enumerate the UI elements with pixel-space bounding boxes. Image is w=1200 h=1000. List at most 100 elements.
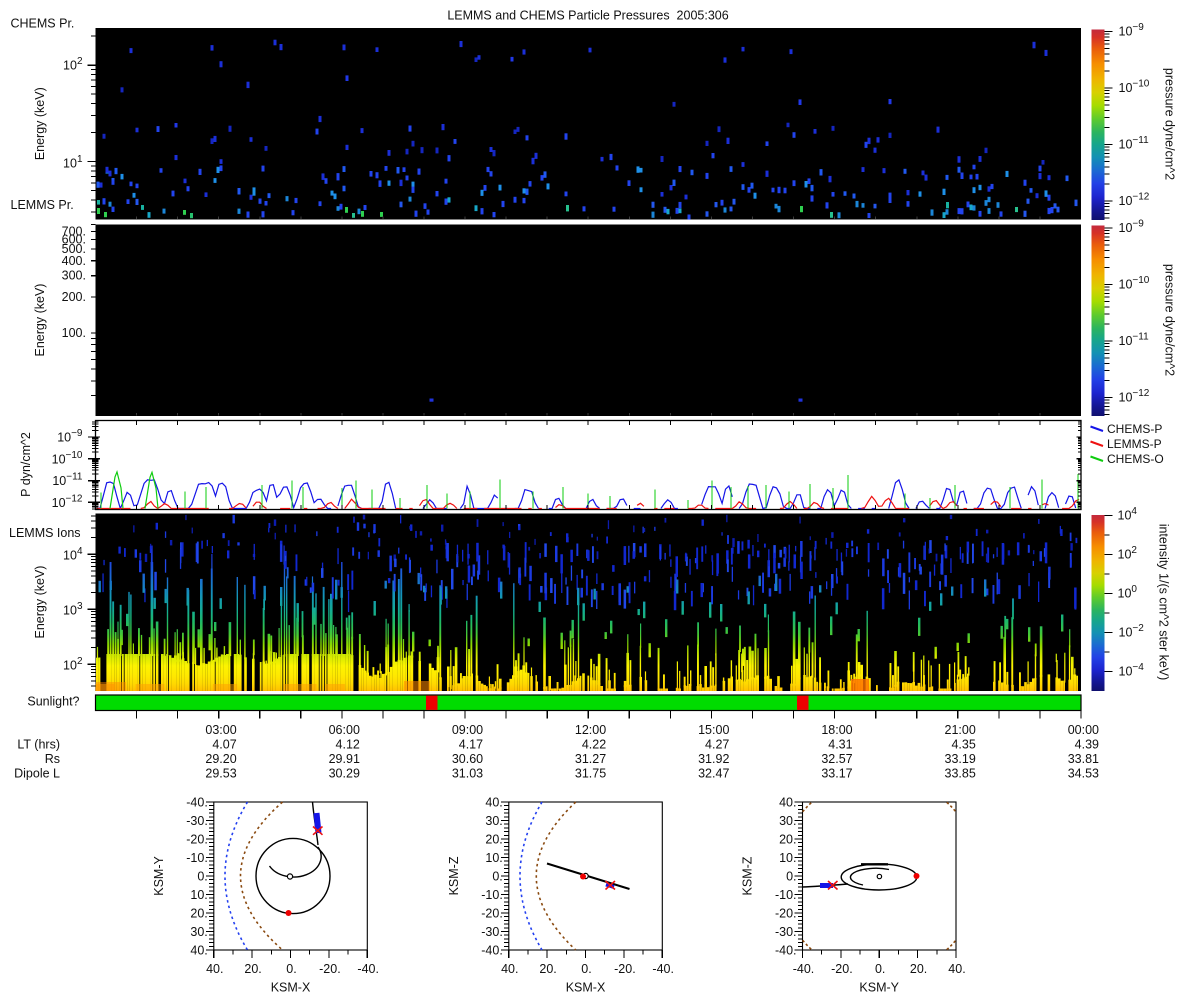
- svg-text:20.: 20.: [485, 833, 502, 847]
- svg-text:CHEMS Pr.: CHEMS Pr.: [11, 16, 75, 30]
- svg-text:40.: 40.: [206, 962, 223, 976]
- svg-text:-30.: -30.: [186, 814, 208, 828]
- svg-text:CHEMS-P: CHEMS-P: [1107, 422, 1162, 436]
- svg-text:4.07: 4.07: [212, 738, 236, 752]
- svg-text:09:00: 09:00: [452, 723, 483, 737]
- svg-text:31.03: 31.03: [452, 767, 483, 781]
- svg-text:30.: 30.: [779, 814, 796, 828]
- svg-text:LEMMS Ions: LEMMS Ions: [9, 526, 81, 540]
- svg-text:KSM-X: KSM-X: [271, 981, 311, 995]
- svg-text:4.27: 4.27: [705, 738, 729, 752]
- svg-text:-40.: -40.: [481, 944, 503, 958]
- svg-text:0.: 0.: [786, 870, 796, 884]
- svg-text:33.81: 33.81: [1068, 752, 1099, 766]
- svg-text:-10.: -10.: [481, 888, 503, 902]
- svg-text:200.: 200.: [62, 290, 86, 304]
- svg-text:31.27: 31.27: [575, 752, 606, 766]
- svg-text:31.92: 31.92: [698, 752, 729, 766]
- svg-text:0.: 0.: [492, 870, 502, 884]
- svg-text:pressure dyne/cm^2: pressure dyne/cm^2: [1163, 68, 1177, 180]
- svg-text:-40.: -40.: [652, 962, 674, 976]
- svg-text:-20.: -20.: [614, 962, 636, 976]
- svg-text:20.: 20.: [244, 962, 261, 976]
- svg-text:10.: 10.: [485, 851, 502, 865]
- svg-text:LEMMS-P: LEMMS-P: [1107, 437, 1162, 451]
- svg-text:4.31: 4.31: [828, 738, 852, 752]
- svg-text:06:00: 06:00: [329, 723, 360, 737]
- svg-text:30.29: 30.29: [329, 767, 360, 781]
- svg-text:40.: 40.: [779, 796, 796, 810]
- svg-text:-20.: -20.: [775, 907, 797, 921]
- svg-text:KSM-Z: KSM-Z: [447, 856, 461, 895]
- svg-text:LEMMS Pr.: LEMMS Pr.: [11, 198, 74, 212]
- svg-text:Energy (keV): Energy (keV): [33, 566, 47, 639]
- svg-text:32.57: 32.57: [821, 752, 852, 766]
- svg-text:21:00: 21:00: [945, 723, 976, 737]
- svg-text:40.: 40.: [190, 944, 207, 958]
- svg-text:4.35: 4.35: [951, 738, 975, 752]
- svg-text:33.17: 33.17: [821, 767, 852, 781]
- svg-text:CHEMS-O: CHEMS-O: [1107, 452, 1164, 466]
- svg-text:0.: 0.: [286, 962, 296, 976]
- svg-text:20.: 20.: [539, 962, 556, 976]
- svg-text:10.: 10.: [779, 851, 796, 865]
- svg-text:Energy (keV): Energy (keV): [33, 87, 47, 160]
- svg-text:LEMMS and CHEMS Particle Press: LEMMS and CHEMS Particle Pressures 2005:…: [447, 9, 728, 23]
- svg-text:-20.: -20.: [319, 962, 341, 976]
- svg-text:-10.: -10.: [186, 851, 208, 865]
- svg-text:P dyn/cm^2: P dyn/cm^2: [19, 432, 33, 497]
- svg-text:03:00: 03:00: [205, 723, 236, 737]
- svg-text:40.: 40.: [501, 962, 518, 976]
- svg-text:40.: 40.: [948, 962, 965, 976]
- svg-text:12:00: 12:00: [575, 723, 606, 737]
- svg-text:-10.: -10.: [775, 888, 797, 902]
- svg-text:30.: 30.: [485, 814, 502, 828]
- svg-text:-20.: -20.: [481, 907, 503, 921]
- svg-text:KSM-Y: KSM-Y: [859, 981, 899, 995]
- svg-text:20.: 20.: [910, 962, 927, 976]
- svg-text:intensity 1/(s cm^2 ster keV): intensity 1/(s cm^2 ster keV): [1157, 524, 1171, 681]
- svg-text:20.: 20.: [779, 833, 796, 847]
- svg-text:4.12: 4.12: [336, 738, 360, 752]
- svg-text:-40.: -40.: [357, 962, 379, 976]
- svg-text:4.17: 4.17: [459, 738, 483, 752]
- svg-text:LT (hrs): LT (hrs): [17, 738, 60, 752]
- svg-text:10.: 10.: [190, 888, 207, 902]
- svg-text:31.75: 31.75: [575, 767, 606, 781]
- svg-text:400.: 400.: [62, 254, 86, 268]
- svg-text:33.85: 33.85: [945, 767, 976, 781]
- svg-text:0.: 0.: [875, 962, 885, 976]
- svg-text:100.: 100.: [62, 326, 86, 340]
- svg-text:15:00: 15:00: [698, 723, 729, 737]
- svg-text:pressure dyne/cm^2: pressure dyne/cm^2: [1163, 264, 1177, 376]
- svg-text:-30.: -30.: [481, 925, 503, 939]
- svg-text:00:00: 00:00: [1068, 723, 1099, 737]
- svg-text:-40.: -40.: [186, 796, 208, 810]
- svg-text:33.19: 33.19: [945, 752, 976, 766]
- svg-text:29.53: 29.53: [205, 767, 236, 781]
- svg-text:30.60: 30.60: [452, 752, 483, 766]
- svg-text:-20.: -20.: [831, 962, 853, 976]
- svg-text:-40.: -40.: [775, 944, 797, 958]
- svg-text:29.20: 29.20: [205, 752, 236, 766]
- svg-text:KSM-Z: KSM-Z: [741, 856, 755, 895]
- svg-text:Rs: Rs: [45, 752, 60, 766]
- svg-text:0.: 0.: [581, 962, 591, 976]
- svg-text:-40.: -40.: [793, 962, 815, 976]
- svg-text:4.22: 4.22: [582, 738, 606, 752]
- svg-text:Sunlight?: Sunlight?: [27, 695, 79, 709]
- svg-text:4.39: 4.39: [1075, 738, 1099, 752]
- svg-text:KSM-X: KSM-X: [566, 981, 606, 995]
- svg-text:-30.: -30.: [775, 925, 797, 939]
- svg-text:-20.: -20.: [186, 833, 208, 847]
- svg-text:20.: 20.: [190, 907, 207, 921]
- svg-text:29.91: 29.91: [329, 752, 360, 766]
- svg-text:18:00: 18:00: [821, 723, 852, 737]
- svg-text:40.: 40.: [485, 796, 502, 810]
- svg-text:Dipole L: Dipole L: [14, 767, 60, 781]
- svg-text:34.53: 34.53: [1068, 767, 1099, 781]
- svg-text:Energy (keV): Energy (keV): [33, 284, 47, 357]
- svg-text:KSM-Y: KSM-Y: [152, 855, 166, 895]
- svg-text:0.: 0.: [197, 870, 207, 884]
- svg-text:30.: 30.: [190, 925, 207, 939]
